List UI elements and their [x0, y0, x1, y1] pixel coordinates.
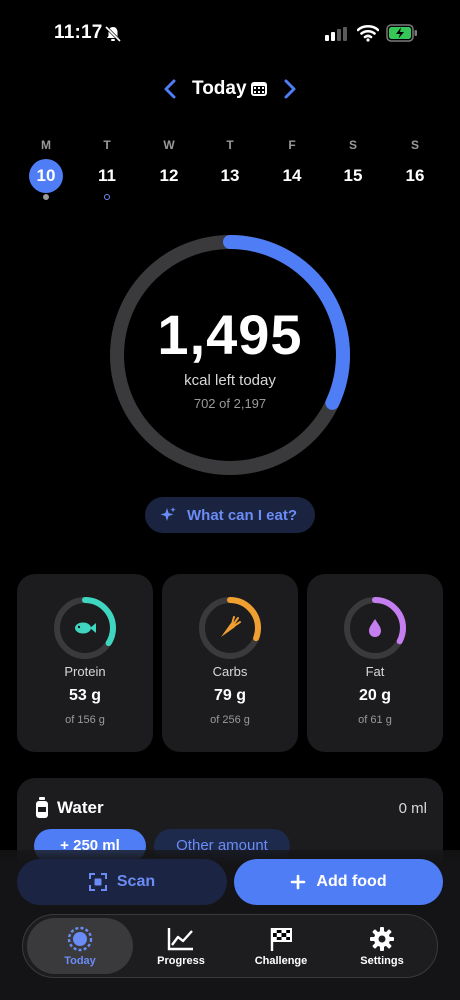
bell-slash-icon — [104, 25, 122, 43]
today-icon — [67, 926, 93, 952]
tab-label: Today — [64, 955, 96, 967]
gear-icon — [370, 927, 394, 951]
day-thursday[interactable]: T 13 — [210, 138, 250, 204]
day-number: 10 — [29, 159, 63, 193]
kcal-left-value: 1,495 — [157, 303, 303, 366]
macro-amount: 53 g — [68, 687, 101, 704]
plus-icon — [291, 874, 306, 890]
day-letter: F — [288, 138, 296, 152]
macro-goal: of 61 g — [358, 714, 392, 726]
day-number: 11 — [98, 166, 116, 185]
chevron-right-icon[interactable] — [282, 78, 298, 100]
macro-name: Protein — [64, 664, 106, 679]
water-value: 0 ml — [398, 800, 427, 817]
date-navigation: Today — [0, 76, 460, 102]
day-letter: T — [103, 138, 111, 152]
day-monday[interactable]: M 10 — [26, 138, 66, 204]
macro-name: Fat — [365, 664, 385, 679]
scan-icon — [88, 873, 107, 891]
water-title: Water — [57, 798, 104, 817]
date-title[interactable]: Today — [192, 78, 247, 100]
chevron-left-icon[interactable] — [162, 78, 178, 100]
week-strip: M 10 T 11 W 12 T 13 F 14 S 15 S 16 — [0, 138, 460, 204]
what-can-i-eat-button[interactable]: What can I eat? — [145, 497, 315, 533]
day-letter: S — [410, 138, 419, 152]
fish-icon — [75, 622, 96, 634]
signal-icon — [325, 27, 347, 41]
add-food-button[interactable]: Add food — [234, 859, 443, 905]
tab-bar: Today Progress Challenge Settings — [22, 914, 438, 978]
macro-card-carbs[interactable]: Carbs 79 g of 256 g — [162, 574, 298, 752]
macro-name: Carbs — [212, 664, 248, 679]
day-wednesday[interactable]: W 12 — [149, 138, 189, 204]
chart-icon — [167, 928, 193, 951]
day-number: 14 — [282, 166, 302, 185]
add-food-label: Add food — [316, 873, 387, 890]
water-bottle-icon — [36, 797, 48, 818]
kcal-left-label: kcal left today — [184, 372, 276, 389]
battery-charging-icon — [386, 24, 417, 42]
scan-label: Scan — [116, 873, 156, 890]
day-letter: T — [226, 138, 234, 152]
day-letter: M — [41, 138, 51, 152]
macro-card-protein[interactable]: Protein 53 g of 156 g — [17, 574, 153, 752]
kcal-summary: 702 of 2,197 — [193, 396, 267, 411]
day-number: 15 — [343, 166, 363, 185]
tab-label: Settings — [360, 955, 404, 967]
carrot-icon — [221, 616, 241, 637]
day-number: 13 — [220, 166, 240, 185]
flag-icon — [270, 928, 292, 951]
day-saturday[interactable]: S 15 — [333, 138, 373, 204]
macro-goal: of 156 g — [65, 714, 105, 726]
status-time: 11:17 — [54, 22, 103, 43]
calorie-ring[interactable]: 1,495 kcal left today 702 of 2,197 — [105, 230, 355, 480]
day-friday[interactable]: F 14 — [272, 138, 312, 204]
day-number: 12 — [159, 166, 179, 185]
tab-label: Progress — [157, 955, 205, 967]
macro-goal: of 256 g — [210, 714, 250, 726]
tab-challenge[interactable]: Challenge — [228, 918, 334, 974]
day-letter: W — [163, 138, 175, 152]
status-bar: 11:17 — [0, 0, 460, 60]
sparkle-icon — [160, 507, 176, 521]
day-marker-ring — [104, 194, 110, 200]
wifi-icon — [357, 24, 379, 42]
drop-icon — [369, 619, 381, 637]
tab-today[interactable]: Today — [27, 918, 133, 974]
tab-settings[interactable]: Settings — [329, 918, 435, 974]
tab-label: Challenge — [254, 955, 308, 967]
what-can-i-eat-label: What can I eat? — [187, 506, 298, 524]
macro-card-fat[interactable]: Fat 20 g of 61 g — [307, 574, 443, 752]
scan-button[interactable]: Scan — [17, 859, 227, 905]
day-letter: S — [348, 138, 357, 152]
day-logged-dot — [43, 194, 49, 200]
day-number: 16 — [405, 166, 425, 185]
tab-progress[interactable]: Progress — [128, 918, 234, 974]
calendar-icon[interactable] — [250, 81, 268, 97]
macro-amount: 20 g — [358, 687, 391, 704]
day-sunday[interactable]: S 16 — [395, 138, 435, 204]
macro-amount: 79 g — [213, 687, 246, 704]
day-tuesday[interactable]: T 11 — [87, 138, 127, 204]
